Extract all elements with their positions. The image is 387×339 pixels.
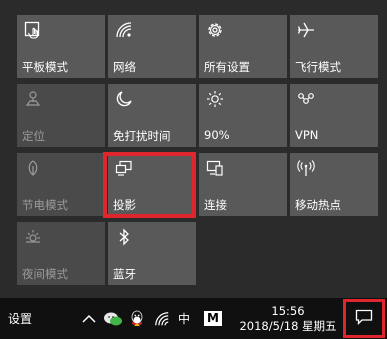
tile-label: 平板模式 bbox=[22, 60, 68, 74]
bluetooth-icon bbox=[115, 228, 133, 246]
action-center-panel: 平板模式 网络 所有设置 飞行模式 定位 免打扰时间 90% VPN 节电模式 … bbox=[0, 0, 387, 298]
tile-connect[interactable]: 连接 bbox=[199, 153, 287, 216]
input-method-label[interactable]: 中 bbox=[178, 298, 190, 339]
location-icon bbox=[24, 90, 42, 108]
wechat-icon[interactable] bbox=[102, 298, 124, 339]
tile-label: 飞行模式 bbox=[295, 60, 341, 74]
tile-location[interactable]: 定位 bbox=[17, 84, 105, 147]
tile-project[interactable]: 投影 bbox=[108, 153, 196, 216]
tile-night-light[interactable]: 夜间模式 bbox=[17, 222, 105, 285]
tile-bluetooth[interactable]: 蓝牙 bbox=[108, 222, 196, 285]
battery-saver-icon bbox=[24, 159, 42, 177]
clock-date: 2018/5/18 星期五 bbox=[239, 318, 337, 333]
hotspot-icon bbox=[297, 159, 315, 177]
tile-vpn[interactable]: VPN bbox=[290, 84, 378, 147]
show-hidden-icons-chevron-icon[interactable] bbox=[80, 298, 98, 339]
brightness-icon bbox=[206, 90, 224, 108]
tile-mobile-hotspot[interactable]: 移动热点 bbox=[290, 153, 378, 216]
tile-battery-saver[interactable]: 节电模式 bbox=[17, 153, 105, 216]
tile-label: 移动热点 bbox=[295, 198, 341, 212]
tile-label: 蓝牙 bbox=[113, 267, 136, 281]
tile-label: 夜间模式 bbox=[22, 267, 68, 281]
network-icon bbox=[115, 21, 133, 39]
notification-icon bbox=[355, 309, 373, 329]
settings-gear-icon bbox=[206, 21, 224, 39]
tile-all-settings[interactable]: 所有设置 bbox=[199, 15, 287, 78]
clock-time: 15:56 bbox=[271, 303, 305, 318]
taskbar: 设置 中 M 15:56 2018/5/18 星期五 bbox=[0, 298, 387, 339]
tile-brightness[interactable]: 90% bbox=[199, 84, 287, 147]
tile-label: 定位 bbox=[22, 129, 45, 143]
project-icon bbox=[115, 159, 133, 177]
tile-quiet-hours[interactable]: 免打扰时间 bbox=[108, 84, 196, 147]
tile-label: 节电模式 bbox=[22, 198, 68, 212]
wifi-icon[interactable] bbox=[152, 298, 172, 339]
clock[interactable]: 15:56 2018/5/18 星期五 bbox=[233, 298, 343, 339]
ime-mode-label: M bbox=[204, 311, 222, 326]
tile-label: 网络 bbox=[113, 60, 136, 74]
tile-label: 免打扰时间 bbox=[113, 129, 171, 143]
vpn-icon bbox=[297, 90, 315, 108]
tile-label: VPN bbox=[295, 128, 319, 142]
qq-icon[interactable] bbox=[126, 298, 148, 339]
tablet-mode-icon bbox=[24, 21, 42, 39]
connect-icon bbox=[206, 159, 224, 177]
moon-icon bbox=[115, 90, 133, 108]
airplane-icon bbox=[297, 21, 315, 39]
tile-tablet-mode[interactable]: 平板模式 bbox=[17, 15, 105, 78]
tile-network[interactable]: 网络 bbox=[108, 15, 196, 78]
tile-label: 90% bbox=[204, 128, 230, 142]
tile-label: 所有设置 bbox=[204, 60, 250, 74]
tile-label: 连接 bbox=[204, 198, 227, 212]
settings-label[interactable]: 设置 bbox=[8, 298, 32, 339]
ime-mode-icon[interactable]: M bbox=[204, 298, 222, 339]
night-light-icon bbox=[24, 228, 42, 246]
action-center-button[interactable] bbox=[343, 299, 385, 338]
tile-airplane-mode[interactable]: 飞行模式 bbox=[290, 15, 378, 78]
tile-label: 投影 bbox=[113, 198, 136, 212]
